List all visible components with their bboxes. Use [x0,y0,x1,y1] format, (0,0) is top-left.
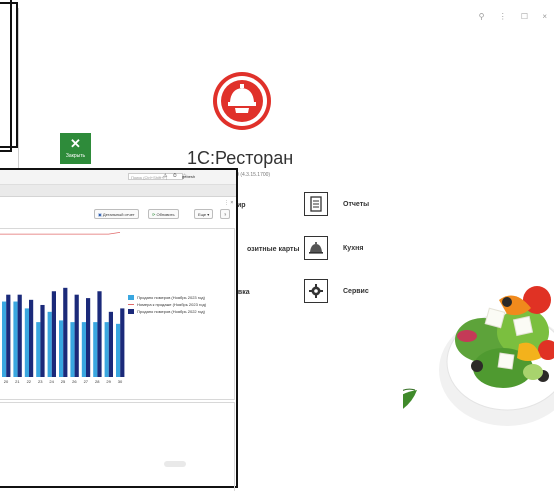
bar-2023-sold-26 [70,322,75,377]
window-controls[interactable]: ⚲ ⋮ ☐ × [479,12,553,21]
background-popup-frame [0,0,12,152]
bar-2022-sold-26 [74,294,79,377]
close-button[interactable]: ✕ Закрыть [60,133,91,164]
x-tick-label: 30 [118,379,123,384]
app-title: 1С:Ресторан [187,148,294,168]
tab-strip [0,185,236,197]
scroll-pill[interactable] [164,461,186,467]
more-button[interactable]: Еще ▾ [194,209,214,219]
restaurant-logo-icon [213,72,271,130]
bar-2023-sold-22 [24,308,29,377]
menu-item-left-2[interactable]: озитные карты [247,246,299,253]
user-name[interactable]: gebesh [182,174,195,179]
report-window: Поиск (Ctrl+Shift+F) ⚠ ⏱ ☆ gebesh ⋮ × ▣ … [0,168,238,491]
legend-label-2: Номера к продаже (Ноябрь 2023 год) [137,302,207,307]
help-button[interactable]: ? [220,209,231,219]
bar-2022-sold-27 [86,298,91,377]
detailed-report-button[interactable]: ▣ Детальный отчет [94,209,139,219]
menu-item-reports[interactable]: Отчеты [343,201,369,208]
bar-2022-sold-23 [40,304,45,377]
menu-item-service[interactable]: Сервис [343,288,369,295]
legend-label-3: Продано номеров (Ноябрь 2022 год) [137,309,205,314]
cloche-icon[interactable] [304,236,328,260]
legend-swatch-3 [128,309,134,314]
bar-2022-sold-29 [108,311,113,377]
refresh-label: Обновить [156,212,175,217]
bar-2022-sold-20 [6,294,11,377]
refresh-button[interactable]: ⟳ Обновить [148,209,179,219]
x-tick-label: 26 [72,379,77,384]
x-tick-label: 20 [4,379,9,384]
bar-2023-sold-20 [2,301,7,377]
panel-controls[interactable]: ⋮ × [224,200,233,206]
x-tick-label: 24 [49,379,54,384]
lower-chart-panel [0,402,235,491]
bar-2022-sold-28 [97,291,102,377]
bar-2023-sold-28 [93,322,98,377]
legend-swatch-2 [128,304,134,305]
x-tick-label: 23 [38,379,43,384]
bar-2023-sold-29 [104,322,109,377]
x-tick-label: 27 [84,379,89,384]
report-icon[interactable] [304,192,328,216]
detailed-report-label: Детальный отчет [102,212,135,217]
legend-swatch-1 [128,295,134,300]
close-icon: ✕ [70,136,81,151]
bar-2023-sold-21 [13,301,18,377]
bar-2023-sold-25 [59,320,64,377]
chart-panel: 20 21 22 23 24 25 26 27 28 29 30 Продано номеров (… [0,228,235,400]
x-tick-label: 21 [15,379,20,384]
bar-2022-sold-22 [29,299,34,377]
bar-2022-sold-25 [63,287,68,377]
bar-2022-sold-24 [51,291,56,377]
bar-2022-sold-21 [17,294,22,377]
bar-2023-sold-23 [36,322,41,377]
gear-icon[interactable] [304,279,328,303]
bar-2023-sold-27 [81,322,86,377]
salad-illustration [403,286,554,426]
bar-2023-sold-30 [116,323,121,377]
bar-chart: 20 21 22 23 24 25 26 27 28 29 30 [0,231,125,384]
x-tick-label: 28 [95,379,100,384]
bar-2022-sold-30 [120,308,125,377]
menu-item-left-1[interactable]: ир [237,202,246,209]
bar-2023-sold-24 [47,311,52,377]
report-titlebar: Поиск (Ctrl+Shift+F) ⚠ ⏱ ☆ gebesh [0,170,236,185]
menu-item-kitchen[interactable]: Кухня [343,245,363,252]
legend-label-1: Продано номеров (Ноябрь 2023 год) [137,295,205,300]
x-tick-label: 22 [27,379,32,384]
close-button-label: Закрыть [65,153,86,159]
x-tick-label: 29 [106,379,111,384]
line-available-rooms [0,231,121,235]
x-tick-label: 25 [61,379,66,384]
